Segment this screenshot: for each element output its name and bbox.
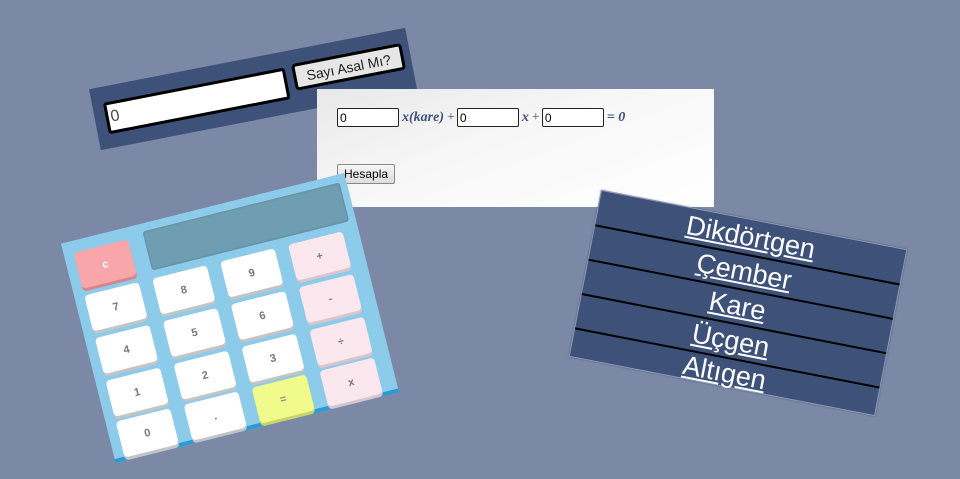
- key-1[interactable]: 1: [105, 367, 169, 417]
- key-divide[interactable]: ÷: [309, 316, 373, 367]
- key-plus[interactable]: +: [288, 231, 352, 281]
- key-8[interactable]: 8: [152, 265, 216, 315]
- key-clear[interactable]: c: [73, 239, 137, 289]
- key-3[interactable]: 3: [241, 333, 305, 384]
- x-label: x: [521, 109, 529, 125]
- plus-sign-2: +: [531, 109, 540, 125]
- key-minus[interactable]: -: [298, 273, 362, 324]
- key-2[interactable]: 2: [173, 350, 237, 400]
- coefficient-a-input[interactable]: [337, 108, 399, 127]
- key-equals[interactable]: =: [251, 374, 315, 424]
- coefficient-c-input[interactable]: [541, 108, 604, 127]
- x-squared-label: x(kare): [402, 109, 444, 125]
- calculator: c + 7 8 9 4 5 6 - 1 2 3 ÷ 0 . = x: [60, 173, 400, 463]
- quadratic-equation-panel: x(kare) + x + = 0 Hesapla: [317, 89, 714, 207]
- plus-sign-1: +: [447, 109, 455, 125]
- key-7[interactable]: 7: [84, 282, 148, 332]
- coefficient-b-input[interactable]: [456, 108, 519, 127]
- equals-zero-label: = 0: [606, 109, 626, 125]
- key-multiply[interactable]: x: [319, 357, 383, 407]
- key-5[interactable]: 5: [162, 307, 227, 358]
- number-input[interactable]: [102, 67, 291, 135]
- key-6[interactable]: 6: [230, 290, 295, 341]
- key-9[interactable]: 9: [220, 248, 284, 298]
- is-prime-button[interactable]: Sayı Asal Mı?: [290, 42, 407, 91]
- shapes-menu: Dikdörtgen Çember Kare Üçgen Altıgen: [568, 189, 908, 417]
- equation-row: x(kare) + x + = 0: [337, 108, 628, 127]
- key-4[interactable]: 4: [94, 324, 159, 375]
- key-decimal[interactable]: .: [183, 391, 247, 441]
- key-0[interactable]: 0: [115, 408, 179, 458]
